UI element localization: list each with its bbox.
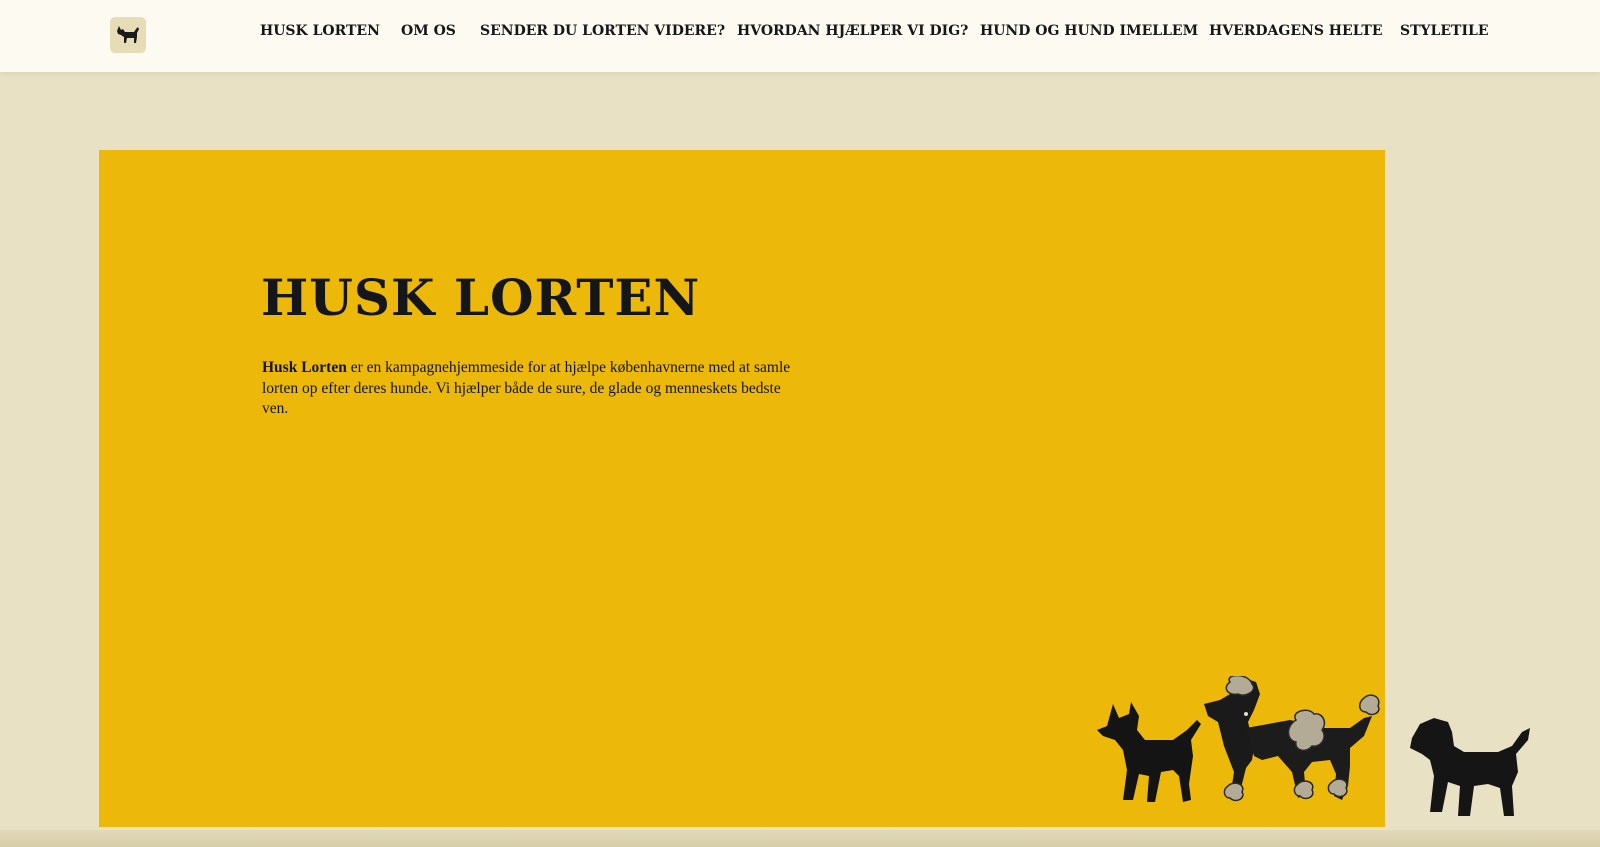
terrier-icon [1097,702,1201,802]
nav-link-husk-lorten[interactable]: HUSK LORTEN [260,23,380,39]
main-navigation: HUSK LORTEN OM OS SENDER DU LORTEN VIDER… [0,0,1600,72]
nav-link-hverdagens-helte[interactable]: HVERDAGENS HELTE [1209,23,1383,39]
page-bottom-edge [0,830,1600,847]
poodle-icon [1204,676,1380,802]
site-header: HUSK LORTEN OM OS SENDER DU LORTEN VIDER… [0,0,1600,72]
labrador-icon [1410,718,1530,816]
hero-intro-text: Husk Lorten er en kampagnehjemmeside for… [262,358,802,420]
nav-link-hvordan-hjaelper-vi-dig[interactable]: HVORDAN HJÆLPER VI DIG? [737,23,968,39]
nav-link-hund-og-hund-imellem[interactable]: HUND OG HUND IMELLEM [980,23,1198,39]
hero-intro-bold: Husk Lorten [262,359,347,376]
nav-link-om-os[interactable]: OM OS [401,23,456,39]
nav-link-styletile[interactable]: STYLETILE [1400,23,1489,39]
nav-link-sender-du-lorten-videre[interactable]: SENDER DU LORTEN VIDERE? [480,23,725,39]
hero-title: HUSK LORTEN [261,268,701,327]
